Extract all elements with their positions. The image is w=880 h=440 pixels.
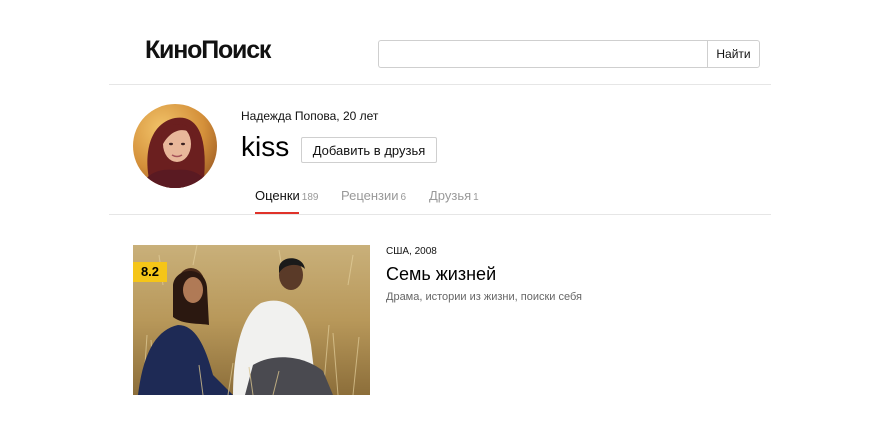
search-button[interactable]: Найти [707, 40, 760, 68]
movie-poster[interactable] [133, 245, 370, 395]
tab-label: Рецензии [341, 188, 399, 203]
header-divider [109, 84, 771, 85]
search-input[interactable] [378, 40, 707, 68]
avatar [133, 104, 217, 188]
tab-count: 189 [301, 192, 319, 203]
movie-country-year: США, 2008 [386, 246, 437, 257]
tab-count: 6 [400, 192, 407, 203]
site-header: КиноПоиск Найти [0, 0, 880, 84]
movie-genres: Драма, истории из жизни, поиски себя [386, 291, 582, 303]
tab-count: 1 [473, 192, 479, 203]
rating-badge: 8.2 [133, 262, 167, 282]
movie-title[interactable]: Семь жизней [386, 264, 496, 285]
kinopoisk-logo[interactable]: КиноПоиск [145, 36, 271, 65]
tab-label: Друзья [429, 188, 472, 203]
tabs-divider [109, 214, 771, 215]
tab-reviews[interactable]: Рецензии 6 [341, 188, 406, 203]
tab-friends[interactable]: Друзья 1 [429, 188, 479, 203]
add-friend-button[interactable]: Добавить в друзья [301, 137, 437, 163]
tab-ratings[interactable]: Оценки 189 [255, 188, 318, 203]
profile-nickname: kiss [241, 131, 290, 162]
user-caption: Надежда Попова, 20 лет [241, 109, 379, 123]
tab-label: Оценки [255, 188, 300, 203]
